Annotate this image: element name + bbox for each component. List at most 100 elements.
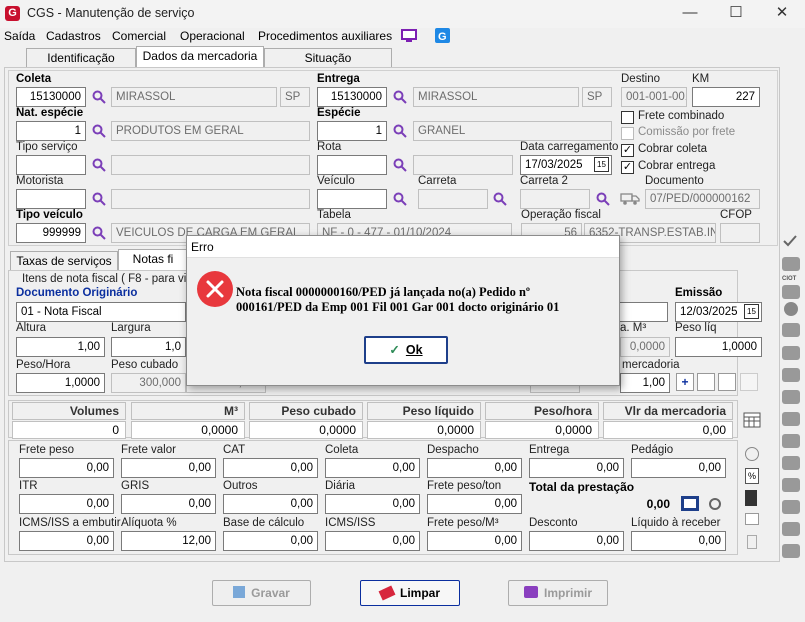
gear-icon[interactable] [745, 447, 759, 461]
frete-valor-input[interactable]: 0,00 [121, 458, 216, 478]
aliquota-label: Alíquota % [121, 517, 177, 529]
tab-taxas-servicos[interactable]: Taxas de serviços [10, 251, 118, 271]
circle-icon[interactable] [784, 302, 798, 316]
search-icon[interactable] [92, 124, 106, 138]
frete-peso-input[interactable]: 0,00 [19, 458, 114, 478]
tools-icon[interactable] [697, 373, 715, 391]
nat-especie-input[interactable]: 1 [16, 121, 86, 141]
rota-input[interactable] [317, 155, 387, 175]
search-icon[interactable] [92, 226, 106, 240]
frete-peso-m3-input[interactable]: 0,00 [427, 531, 522, 551]
menu-operacional[interactable]: Operacional [180, 28, 245, 44]
diaria-input[interactable]: 0,00 [325, 494, 420, 514]
especie-input[interactable]: 1 [317, 121, 387, 141]
search-icon[interactable] [92, 192, 106, 206]
money-icon[interactable] [782, 412, 800, 426]
peso-hora-input[interactable]: 1,0000 [16, 373, 105, 393]
table-icon[interactable] [743, 412, 761, 428]
tipo-servico-input[interactable] [16, 155, 86, 175]
calendar-icon[interactable]: 15 [744, 304, 759, 319]
tab-dados-mercadoria[interactable]: Dados da mercadoria [136, 46, 264, 68]
tab-identificacao[interactable]: Identificação [26, 48, 136, 68]
largura-input[interactable]: 1,0 [111, 337, 186, 357]
hand-icon[interactable] [782, 434, 800, 448]
altura-input[interactable]: 1,00 [16, 337, 105, 357]
minimize-button[interactable]: — [667, 0, 713, 28]
tab-situacao[interactable]: Situação [264, 48, 392, 68]
calendar-icon[interactable]: 15 [594, 157, 609, 172]
doc-originario-select[interactable]: 01 - Nota Fiscal [16, 302, 186, 322]
limpar-button[interactable]: Limpar [360, 580, 460, 606]
liquido-receber-input[interactable]: 0,00 [631, 531, 726, 551]
nf-series-field[interactable] [620, 302, 668, 322]
desconto-input[interactable]: 0,00 [529, 531, 624, 551]
mercadoria-label: mercadoria [622, 359, 680, 371]
icms-iss-input[interactable]: 0,00 [325, 531, 420, 551]
menu-procedimentos[interactable]: Procedimentos auxiliares [258, 28, 392, 44]
cat-input[interactable]: 0,00 [223, 458, 318, 478]
export-icon[interactable] [782, 346, 800, 360]
copy-icon[interactable] [782, 368, 800, 382]
users-icon[interactable] [782, 257, 800, 271]
search-icon[interactable] [393, 90, 407, 104]
search-icon[interactable] [393, 158, 407, 172]
ciot-label-icon[interactable]: CIOT [782, 276, 796, 282]
itr-input[interactable]: 0,00 [19, 494, 114, 514]
ok-button[interactable]: ✓ Ok [364, 336, 448, 364]
menu-saida[interactable]: Saída [4, 28, 35, 44]
checkmark-icon[interactable] [783, 235, 797, 247]
search-icon[interactable] [493, 192, 507, 206]
book-icon[interactable] [782, 522, 800, 536]
monitor-icon[interactable] [401, 29, 417, 43]
settings-icon[interactable] [706, 495, 724, 512]
mercadoria-input[interactable]: 1,00 [620, 373, 670, 393]
box-icon[interactable] [782, 390, 800, 404]
search-icon[interactable] [92, 90, 106, 104]
km-input[interactable]: 227 [692, 87, 760, 107]
entrega-code-input[interactable]: 15130000 [317, 87, 387, 107]
search-icon[interactable] [393, 192, 407, 206]
app-shortcut-icon[interactable]: G [435, 28, 450, 43]
tag-icon[interactable] [782, 323, 800, 337]
base-calculo-input[interactable]: 0,00 [223, 531, 318, 551]
despacho-input[interactable]: 0,00 [427, 458, 522, 478]
frete-combinado-checkbox[interactable] [621, 111, 634, 124]
cobrar-entrega-checkbox[interactable]: ✓ [621, 161, 634, 174]
outros-input[interactable]: 0,00 [223, 494, 318, 514]
aliquota-input[interactable]: 12,00 [121, 531, 216, 551]
icms-embutir-input[interactable]: 0,00 [19, 531, 114, 551]
coleta-code-input[interactable]: 15130000 [16, 87, 86, 107]
coleta-fee-input[interactable]: 0,00 [325, 458, 420, 478]
carreta2-label: Carreta 2 [520, 175, 568, 187]
calculator-book-icon[interactable] [680, 495, 700, 512]
maximize-button[interactable]: ☐ [713, 0, 759, 28]
close-button[interactable]: ✕ [759, 0, 805, 28]
cloud-icon[interactable] [782, 478, 800, 492]
calculator-icon[interactable] [745, 490, 757, 506]
gear-side-icon[interactable] [782, 544, 800, 558]
menu-comercial[interactable]: Comercial [112, 28, 166, 44]
share-icon[interactable] [782, 500, 800, 514]
peso-liq-input[interactable]: 1,0000 [675, 337, 762, 357]
entrega-fee-input[interactable]: 0,00 [529, 458, 624, 478]
search-icon[interactable] [596, 192, 610, 206]
search-icon[interactable] [92, 158, 106, 172]
frete-peso-ton-input[interactable]: 0,00 [427, 494, 522, 514]
tipo-veiculo-input[interactable]: 999999 [16, 223, 86, 243]
percent-icon[interactable]: % [745, 468, 759, 484]
gris-input[interactable]: 0,00 [121, 494, 216, 514]
truck-side-icon[interactable] [782, 285, 800, 299]
truck-icon[interactable] [620, 191, 640, 206]
search-icon[interactable] [393, 124, 407, 138]
cobrar-coleta-checkbox[interactable]: ✓ [621, 144, 634, 157]
tab-notas-fiscais[interactable]: Notas fi [118, 249, 188, 271]
veiculo-input[interactable] [317, 189, 387, 209]
hammer-icon[interactable] [782, 456, 800, 470]
pedagio-input[interactable]: 0,00 [631, 458, 726, 478]
menu-cadastros[interactable]: Cadastros [46, 28, 101, 44]
motorista-input[interactable] [16, 189, 86, 209]
m3-field: 0,0000 [620, 337, 670, 357]
print-list-icon[interactable] [718, 373, 736, 391]
add-icon[interactable]: + [676, 373, 694, 391]
comment-icon[interactable] [745, 513, 759, 525]
